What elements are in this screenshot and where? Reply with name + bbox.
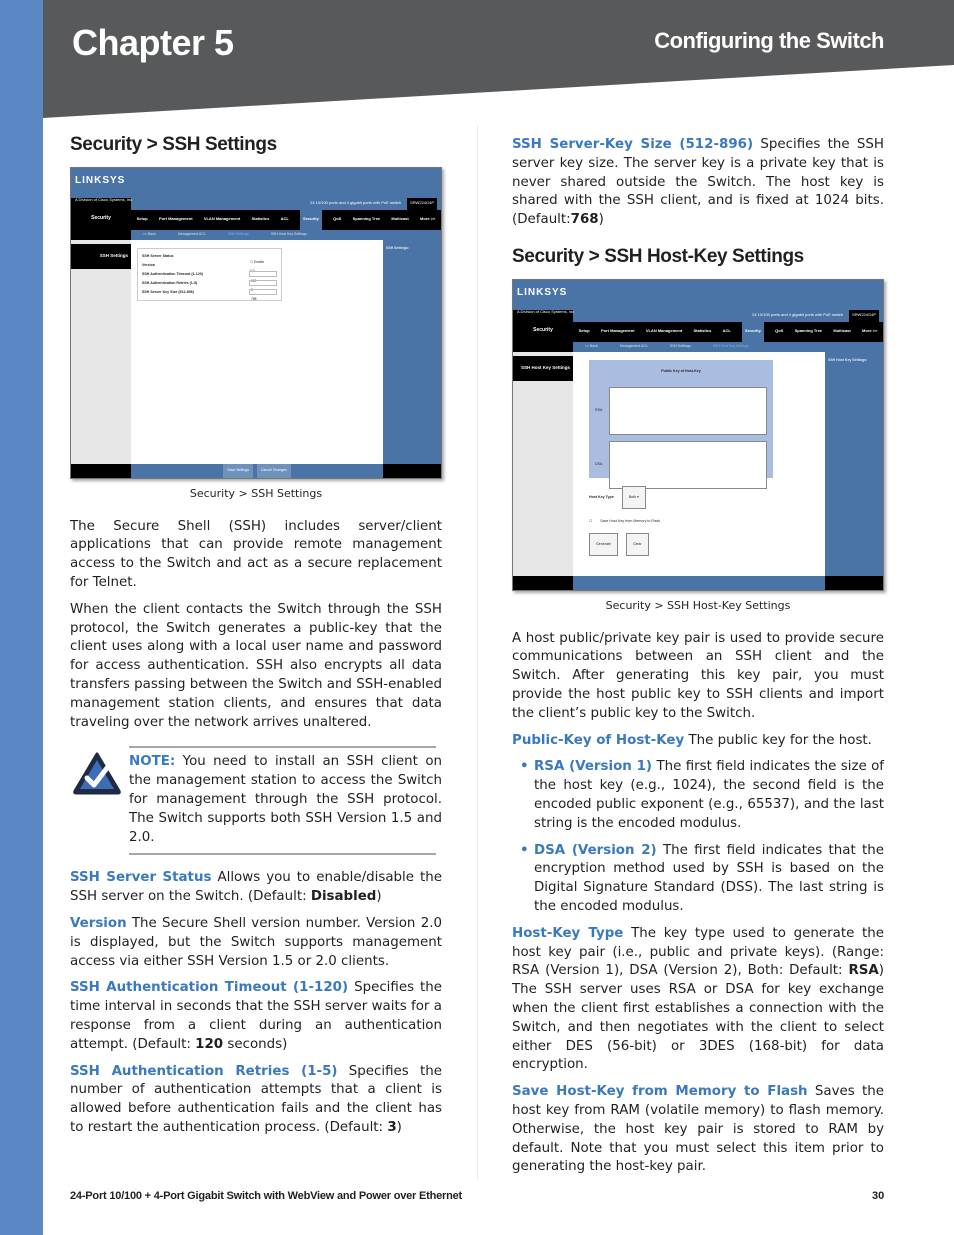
tab-statistics[interactable]: Statistics [694,322,712,341]
clear-button[interactable]: Clear [625,533,649,557]
linksys-logo: LINKSYS A Division of Cisco Systems, Inc. [517,286,576,314]
list-item-dsa: DSA (Version 2) The first field indicate… [520,842,884,917]
auth-retries-input[interactable]: 3 [249,280,277,292]
footer-product-name: 24-Port 10/100 + 4-Port Gigabit Switch w… [70,1190,463,1202]
save-flash-label: Save Host-Key from Memory to Flash [600,518,661,523]
left-column: Security > SSH Settings LINKSYS A Divisio… [70,134,442,1146]
chapter-title: Chapter 5 [72,22,234,63]
def-public-key: Public-Key of Host-Key The public key fo… [512,732,872,748]
def-version: Version The Secure Shell version number.… [70,915,442,969]
list-item-rsa: RSA (Version 1) The first field indicate… [520,758,884,833]
def-auth-retries: SSH Authentication Retries (1-5) Specifi… [70,1063,442,1135]
def-host-key-type: Host-Key Type The key type used to gener… [512,925,885,1073]
tab-more[interactable]: More >> [862,322,877,341]
host-key-type-select[interactable]: Both ▾ [621,485,646,509]
linksys-logo: LINKSYS A Division of Cisco Systems, Inc. [75,174,134,202]
cisco-logo [383,463,441,478]
checkmark-note-icon [73,752,121,795]
save-flash-checkbox[interactable]: ☐ [589,512,592,531]
tab-spanning-tree[interactable]: Spanning Tree [795,322,823,341]
section-title: Configuring the Switch [654,28,884,53]
host-key-intro-paragraph: A host public/private key pair is used t… [512,630,884,721]
tab-qos[interactable]: QoS [333,210,341,229]
tab-more[interactable]: More >> [420,210,435,229]
def-server-key-size: SSH Server-Key Size (512-896) Specifies … [512,137,884,228]
rsa-label: RSA [595,408,603,413]
server-key-size-input[interactable]: 768 [249,289,277,301]
tab-qos[interactable]: QoS [775,322,783,341]
host-key-type-label: Host Key Type [589,494,614,499]
figure-caption: Security > SSH Settings [189,486,323,500]
ssh-settings-heading: Security > SSH Settings [70,134,277,155]
tab-multicast[interactable]: Multicast [391,210,408,229]
tab-statistics[interactable]: Statistics [252,210,270,229]
ssh-settings-screenshot: LINKSYS A Division of Cisco Systems, Inc.… [70,166,442,479]
side-label: SSH Settings [71,243,131,269]
intro-paragraph: The Secure Shell (SSH) includes server/c… [70,518,442,590]
tab-multicast[interactable]: Multicast [833,322,850,341]
column-divider [477,125,478,1180]
side-color-bar [0,0,43,1235]
def-save-host-key: Save Host-Key from Memory to Flash Saves… [512,1084,884,1175]
ssh-settings-form: SSH Server Status ☐ Enable Version 2.0 SSH… [137,247,282,301]
version-value: 2.0 [250,269,255,274]
page-number: 30 [872,1190,885,1202]
help-panel: SSH Settings: [383,239,441,464]
figure-caption: Security > SSH Host-Key Settings [605,598,791,612]
ssh-host-key-screenshot: LINKSYS A Division of Cisco Systems, Inc.… [512,278,884,591]
key-type-list: RSA (Version 1) The first field indicate… [512,758,884,916]
tab-spanning-tree[interactable]: Spanning Tree [353,210,381,229]
rsa-key-textarea[interactable] [609,386,767,435]
dsa-key-textarea[interactable] [609,440,767,489]
side-label: SSH Host Key Settings [513,355,573,381]
ssh-server-status-checkbox[interactable]: ☐ Enable [249,253,277,264]
def-auth-timeout: SSH Authentication Timeout (1-120) Speci… [70,980,442,1052]
auth-timeout-input[interactable]: 120 [249,271,277,283]
generate-button[interactable]: Generate [589,533,618,557]
ssh-host-key-heading: Security > SSH Host-Key Settings [512,245,804,267]
public-key-title: Public Key of Host-Key [661,368,701,373]
ssh-protocol-paragraph: When the client contacts the Switch thro… [70,601,442,730]
note-label: NOTE: [129,754,176,770]
note-text: You need to install an SSH client on the… [129,754,442,845]
dsa-label: DSA [595,462,603,467]
field-label: SSH Server Key Size (512-896) [142,289,194,294]
def-ssh-server-status: SSH Server Status Allows you to enable/d… [70,870,442,905]
public-key-box: Public Key of Host-Key RSA DSA [589,359,773,489]
note-box: NOTE: You need to install an SSH client … [70,746,442,856]
cisco-logo [825,575,883,590]
right-column: SSH Server-Key Size (512-896) Specifies … [512,136,884,1185]
help-panel: SSH Host Key Settings: [825,351,883,576]
